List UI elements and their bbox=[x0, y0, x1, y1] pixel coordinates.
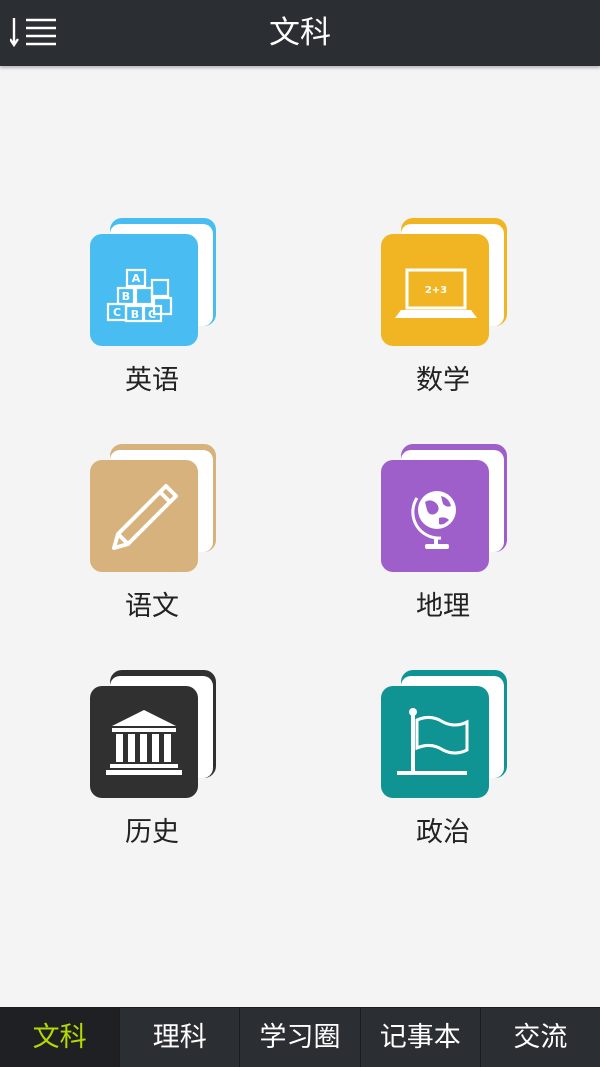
block-letter: A bbox=[132, 272, 141, 285]
book-chinese bbox=[90, 444, 216, 572]
book-math: 2+3 bbox=[381, 218, 507, 346]
tab-communication[interactable]: 交流 bbox=[479, 1008, 600, 1067]
block-letter: B bbox=[122, 290, 130, 303]
subject-grid: A B C B C 英语 2+3 数学 语文 地理 历史 政治 bbox=[0, 0, 600, 1000]
subject-history[interactable]: 历史 bbox=[52, 670, 252, 870]
subject-label: 语文 bbox=[125, 591, 179, 622]
subject-politics[interactable]: 政治 bbox=[343, 670, 543, 870]
subject-chinese[interactable]: 语文 bbox=[52, 444, 252, 644]
laptop-math-icon: 2+3 bbox=[395, 268, 477, 318]
subject-label: 地理 bbox=[416, 591, 470, 622]
tab-science[interactable]: 理科 bbox=[119, 1008, 239, 1067]
screen-text: 2+3 bbox=[425, 285, 447, 296]
subject-label: 英语 bbox=[125, 365, 179, 396]
block-letter: C bbox=[113, 306, 121, 319]
bottom-tab-bar: 文科 理科 学习圈 记事本 交流 bbox=[0, 1007, 600, 1067]
book-politics bbox=[381, 670, 507, 798]
tab-notebook[interactable]: 记事本 bbox=[359, 1008, 480, 1067]
book-english: A B C B C bbox=[90, 218, 216, 346]
book-geography bbox=[381, 444, 507, 572]
subject-english[interactable]: A B C B C 英语 bbox=[52, 218, 252, 418]
block-letter: B bbox=[131, 308, 139, 321]
tab-liberal-arts[interactable]: 文科 bbox=[0, 1008, 120, 1067]
book-history bbox=[90, 670, 216, 798]
block-letter: C bbox=[148, 308, 156, 321]
subject-label: 历史 bbox=[125, 817, 179, 848]
subject-math[interactable]: 2+3 数学 bbox=[343, 218, 543, 418]
subject-label: 数学 bbox=[416, 365, 470, 396]
tab-study-circle[interactable]: 学习圈 bbox=[239, 1008, 359, 1067]
subject-label: 政治 bbox=[416, 817, 470, 848]
app-root: 文科 A B C B C 英语 2+3 数学 语文 地理 历史 政治 文科 理科… bbox=[0, 0, 600, 1067]
subject-geography[interactable]: 地理 bbox=[343, 444, 543, 644]
